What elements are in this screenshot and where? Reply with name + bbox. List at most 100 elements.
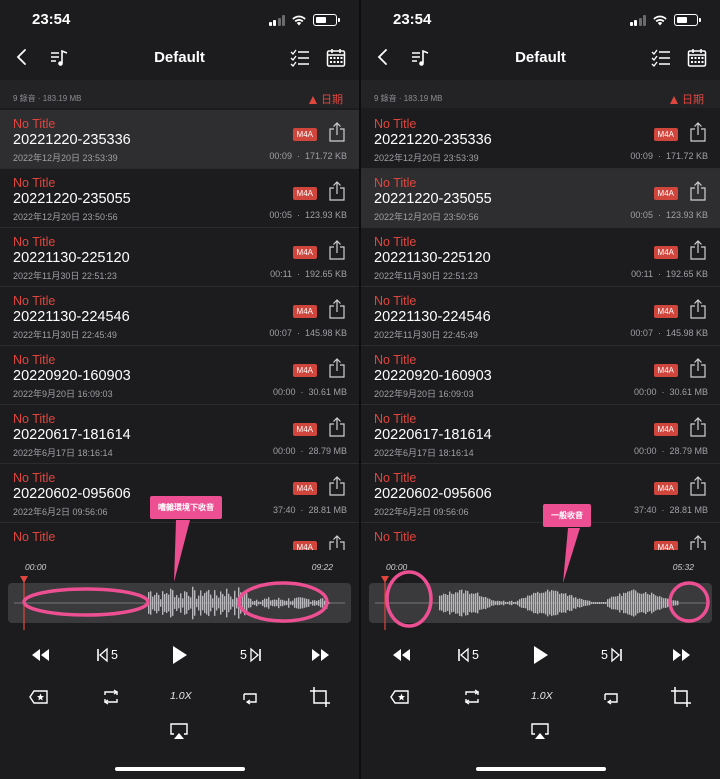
recording-row[interactable]: No Title 20221130-224546 2022年11月30日 22:45…	[0, 287, 359, 346]
share-icon[interactable]	[688, 181, 708, 201]
recording-title: No Title	[13, 294, 56, 308]
share-icon[interactable]	[327, 122, 347, 142]
share-icon[interactable]	[688, 240, 708, 260]
sort-by-date-button[interactable]: 日期	[670, 91, 704, 107]
wifi-icon	[292, 15, 306, 26]
recording-duration-size: 00:00 · 28.79 MB	[272, 446, 347, 456]
waveform-sample	[549, 591, 551, 615]
share-icon[interactable]	[327, 535, 347, 550]
share-icon[interactable]	[327, 181, 347, 201]
play-icon[interactable]	[531, 641, 551, 669]
waveform-sample	[587, 600, 589, 606]
rewind-icon[interactable]	[29, 641, 53, 669]
recording-row[interactable]: No Title 20221220-235336 2022年12月20日 23:53…	[361, 110, 720, 169]
repeat-once-icon[interactable]	[601, 686, 621, 708]
share-icon[interactable]	[327, 417, 347, 437]
share-icon[interactable]	[327, 299, 347, 319]
share-icon[interactable]	[327, 240, 347, 260]
recording-duration-size: 00:09 · 171.72 KB	[630, 151, 708, 161]
recording-row[interactable]: No Title 20220920-160903 2022年9月20日 16:09:…	[0, 346, 359, 405]
waveform-sample	[627, 591, 629, 615]
fast-forward-icon[interactable]	[308, 641, 332, 669]
recording-size: 30.61 MB	[308, 387, 347, 397]
share-icon[interactable]	[688, 535, 708, 550]
waveform-sample	[164, 594, 166, 612]
waveform-sample	[669, 599, 671, 607]
waveform-sample	[663, 598, 665, 608]
recording-row[interactable]: No Title 20220617-181614 2022年6月17日 18:16:…	[0, 405, 359, 464]
bookmark-star-icon[interactable]	[28, 686, 50, 708]
recording-row[interactable]: No Title 20221130-225120 2022年11月30日 22:51…	[361, 228, 720, 287]
waveform-scrubber[interactable]	[8, 583, 351, 623]
waveform-sample	[298, 597, 300, 609]
waveform-sample	[238, 587, 240, 619]
airplay-icon[interactable]	[170, 722, 188, 740]
repeat-icon[interactable]	[101, 686, 121, 708]
recording-row[interactable]: No Title 20221130-225120 2022年11月30日 22:51…	[0, 228, 359, 287]
skip-back-button[interactable]: 5	[457, 641, 483, 669]
rewind-icon[interactable]	[390, 641, 414, 669]
waveform-sample	[483, 597, 485, 609]
waveform-sample	[461, 589, 463, 617]
recording-duration: 00:09	[630, 151, 653, 161]
format-badge: M4A	[292, 541, 317, 550]
recording-row[interactable]: No Title · M4A	[361, 523, 720, 550]
share-icon[interactable]	[327, 358, 347, 378]
play-icon[interactable]	[170, 641, 190, 669]
recording-name: 20221130-225120	[13, 250, 130, 266]
recording-row[interactable]: No Title 20221130-224546 2022年11月30日 22:45…	[361, 287, 720, 346]
recording-row[interactable]: No Title 20220920-160903 2022年9月20日 16:09:…	[361, 346, 720, 405]
skip-forward-button[interactable]: 5	[239, 641, 265, 669]
waveform-sample	[288, 598, 290, 608]
crop-icon[interactable]	[309, 686, 331, 708]
skip-back-button[interactable]: 5	[96, 641, 122, 669]
recording-title: No Title	[374, 412, 417, 426]
time-start: 00:00	[386, 562, 408, 572]
playhead-marker[interactable]	[380, 575, 390, 630]
recording-row[interactable]: No Title 20220602-095606 2022年6月2日 09:56:0…	[361, 464, 720, 523]
recording-row[interactable]: No Title 20221220-235336 2022年12月20日 23:53…	[0, 110, 359, 169]
waveform-sample	[651, 592, 653, 614]
waveform-scrubber[interactable]	[369, 583, 712, 623]
share-icon[interactable]	[688, 299, 708, 319]
format-badge: M4A	[292, 246, 317, 259]
calendar-icon[interactable]	[686, 47, 708, 69]
bookmark-star-icon[interactable]	[389, 686, 411, 708]
recording-row[interactable]: No Title 20221220-235055 2022年12月20日 23:50…	[361, 169, 720, 228]
sort-by-date-button[interactable]: 日期	[309, 91, 343, 107]
share-icon[interactable]	[688, 358, 708, 378]
timeline: 00:00 05:32	[361, 562, 720, 576]
playhead-marker[interactable]	[19, 575, 29, 630]
playback-speed[interactable]: 1.0X	[531, 690, 553, 712]
share-icon[interactable]	[327, 476, 347, 496]
repeat-icon[interactable]	[462, 686, 482, 708]
waveform-sample	[314, 600, 316, 606]
waveform-sample	[214, 590, 216, 616]
recording-row[interactable]: No Title · M4A	[0, 523, 359, 550]
crop-icon[interactable]	[670, 686, 692, 708]
skip-forward-button[interactable]: 5	[600, 641, 626, 669]
nav-bar: Default	[0, 40, 359, 76]
share-icon[interactable]	[688, 476, 708, 496]
fast-forward-icon[interactable]	[669, 641, 693, 669]
waveform-sample	[633, 589, 635, 617]
checklist-icon[interactable]	[289, 47, 311, 69]
annotation-callout: 嘈雜環境下收音	[150, 496, 222, 519]
recording-row[interactable]: No Title 20221220-235055 2022年12月20日 23:50…	[0, 169, 359, 228]
recording-size: 145.98 KB	[665, 328, 708, 338]
playback-speed[interactable]: 1.0X	[170, 690, 192, 712]
waveform-sample	[535, 592, 537, 614]
waveform-sample	[509, 601, 511, 605]
waveform-sample	[473, 593, 475, 613]
waveform-sample	[328, 601, 330, 605]
calendar-icon[interactable]	[325, 47, 347, 69]
airplay-icon[interactable]	[531, 722, 549, 740]
waveform-sample	[471, 593, 473, 613]
share-icon[interactable]	[688, 417, 708, 437]
share-icon[interactable]	[688, 122, 708, 142]
recording-name: 20221130-224546	[374, 309, 491, 325]
repeat-once-icon[interactable]	[240, 686, 260, 708]
checklist-icon[interactable]	[650, 47, 672, 69]
waveform-sample	[248, 598, 250, 608]
recording-row[interactable]: No Title 20220617-181614 2022年6月17日 18:16:…	[361, 405, 720, 464]
